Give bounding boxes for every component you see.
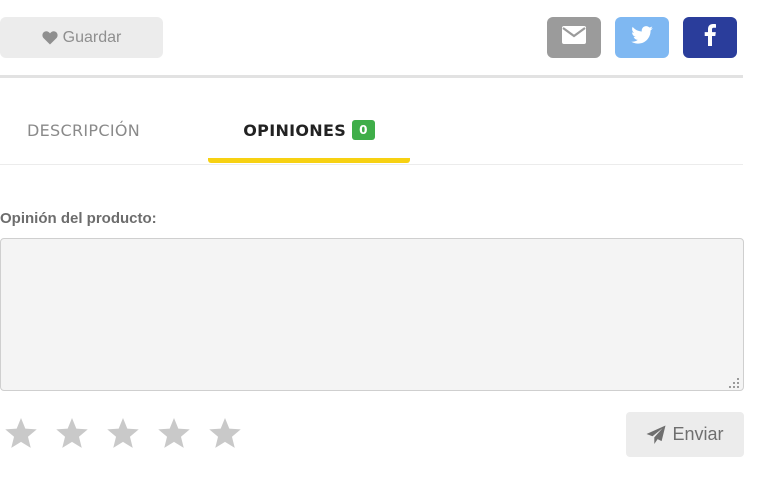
save-button[interactable]: Guardar: [0, 17, 163, 58]
reviews-count-badge: 0: [352, 120, 375, 140]
share-email-button[interactable]: [547, 17, 601, 58]
tab-description[interactable]: DESCRIPCIÓN: [27, 110, 140, 150]
tab-reviews-label: OPINIONES: [243, 120, 347, 140]
resize-grip-icon[interactable]: [729, 376, 740, 388]
share-facebook-button[interactable]: [683, 17, 737, 58]
share-twitter-button[interactable]: [615, 17, 669, 58]
save-label: Guardar: [62, 28, 122, 46]
heart-icon: [42, 30, 58, 45]
tabs-divider: [0, 164, 743, 165]
paper-plane-icon: [646, 425, 666, 445]
product-reviews-panel: Guardar DESCRIPCIÓN OPINIONES 0 Opinión …: [0, 0, 759, 488]
send-review-button[interactable]: Enviar: [626, 412, 744, 457]
review-textarea[interactable]: [0, 238, 744, 391]
active-tab-indicator: [208, 158, 410, 163]
star-rating: [4, 418, 259, 450]
toolbar-divider: [0, 75, 743, 78]
star-1-icon[interactable]: [4, 418, 38, 450]
twitter-icon: [631, 26, 653, 49]
send-label: Enviar: [672, 424, 724, 444]
facebook-icon: [704, 24, 716, 51]
tab-description-label: DESCRIPCIÓN: [27, 120, 140, 140]
star-2-icon[interactable]: [55, 418, 89, 450]
star-3-icon[interactable]: [106, 418, 140, 450]
star-4-icon[interactable]: [157, 418, 191, 450]
star-5-icon[interactable]: [208, 418, 242, 450]
review-field-label: Opinión del producto:: [0, 210, 157, 227]
envelope-icon: [562, 26, 586, 49]
tab-reviews[interactable]: OPINIONES 0: [208, 110, 410, 150]
